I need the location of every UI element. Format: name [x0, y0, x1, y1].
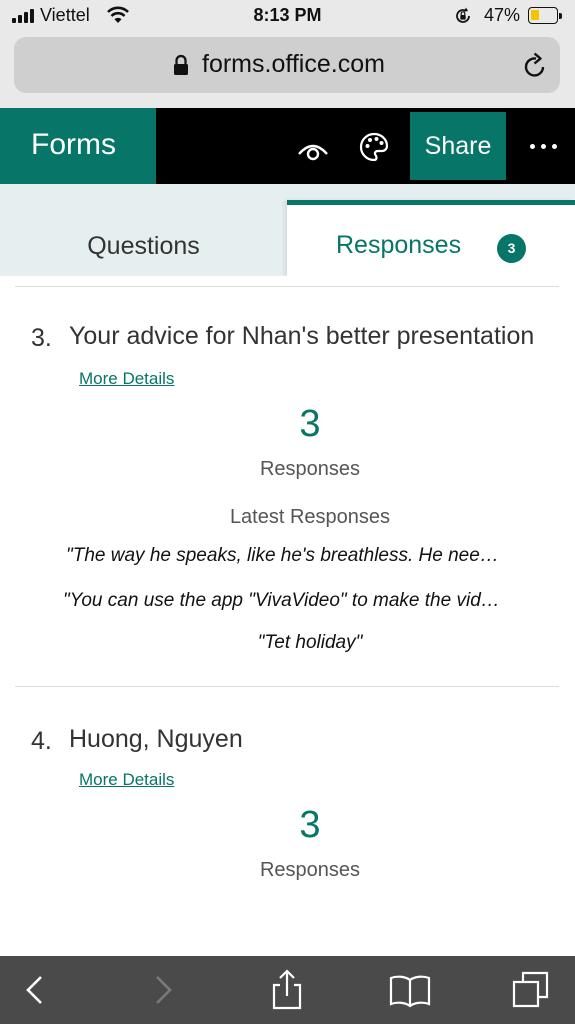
question-title: Huong, Nguyen	[69, 725, 243, 753]
bookmarks-icon[interactable]	[388, 968, 432, 1012]
battery-percent: 47%	[484, 5, 521, 25]
lock-icon	[173, 54, 189, 81]
status-bar: Viettel 8:13 PM 47%	[0, 0, 575, 34]
forms-brand[interactable]: Forms	[0, 108, 156, 184]
back-icon[interactable]	[14, 968, 58, 1012]
responses-count-badge: 3	[497, 234, 526, 263]
url-text: forms.office.com	[202, 50, 385, 78]
share-button[interactable]: Share	[410, 112, 506, 180]
latest-response-item: "You can use the app "VivaVideo" to make…	[63, 590, 500, 611]
response-count-label: Responses	[259, 859, 361, 881]
tab-responses[interactable]: Responses 3	[287, 200, 575, 276]
url-bar[interactable]: forms.office.com	[14, 37, 560, 93]
question-number: 3.	[31, 324, 52, 352]
battery-icon	[528, 7, 562, 24]
response-count: 3	[299, 403, 321, 445]
question-number: 4.	[31, 727, 52, 755]
view-tabs: Questions Responses 3	[0, 184, 575, 276]
app-header: Forms Share	[0, 108, 575, 184]
responses-content[interactable]: 3. Your advice for Nhan's better present…	[0, 276, 575, 956]
question-title: Your advice for Nhan's better presentati…	[69, 322, 535, 350]
preview-eye-icon[interactable]	[293, 130, 333, 166]
tab-questions[interactable]: Questions	[0, 206, 287, 276]
theme-palette-icon[interactable]	[357, 130, 391, 164]
tabs-icon[interactable]	[510, 968, 554, 1012]
share-icon[interactable]	[265, 968, 309, 1012]
more-details-link[interactable]: More Details	[79, 770, 174, 790]
reload-icon[interactable]	[522, 51, 548, 84]
latest-response-item: "The way he speaks, like he's breathless…	[66, 545, 499, 566]
tab-questions-label: Questions	[87, 232, 200, 260]
tab-responses-label: Responses	[336, 231, 462, 259]
more-details-link[interactable]: More Details	[79, 369, 174, 389]
forward-icon[interactable]	[140, 968, 184, 1012]
divider	[15, 686, 559, 687]
response-count: 3	[299, 804, 321, 846]
latest-response-item: "Tet holiday"	[257, 632, 363, 653]
more-options-icon[interactable]	[527, 134, 561, 158]
brand-title: Forms	[31, 128, 116, 161]
divider	[15, 286, 559, 287]
latest-responses-label: Latest Responses	[229, 506, 391, 528]
browser-toolbar	[0, 956, 575, 1024]
rotation-lock-icon	[453, 6, 473, 31]
response-count-label: Responses	[259, 458, 361, 480]
browser-top: Viettel 8:13 PM 47% forms.office.com	[0, 0, 575, 108]
